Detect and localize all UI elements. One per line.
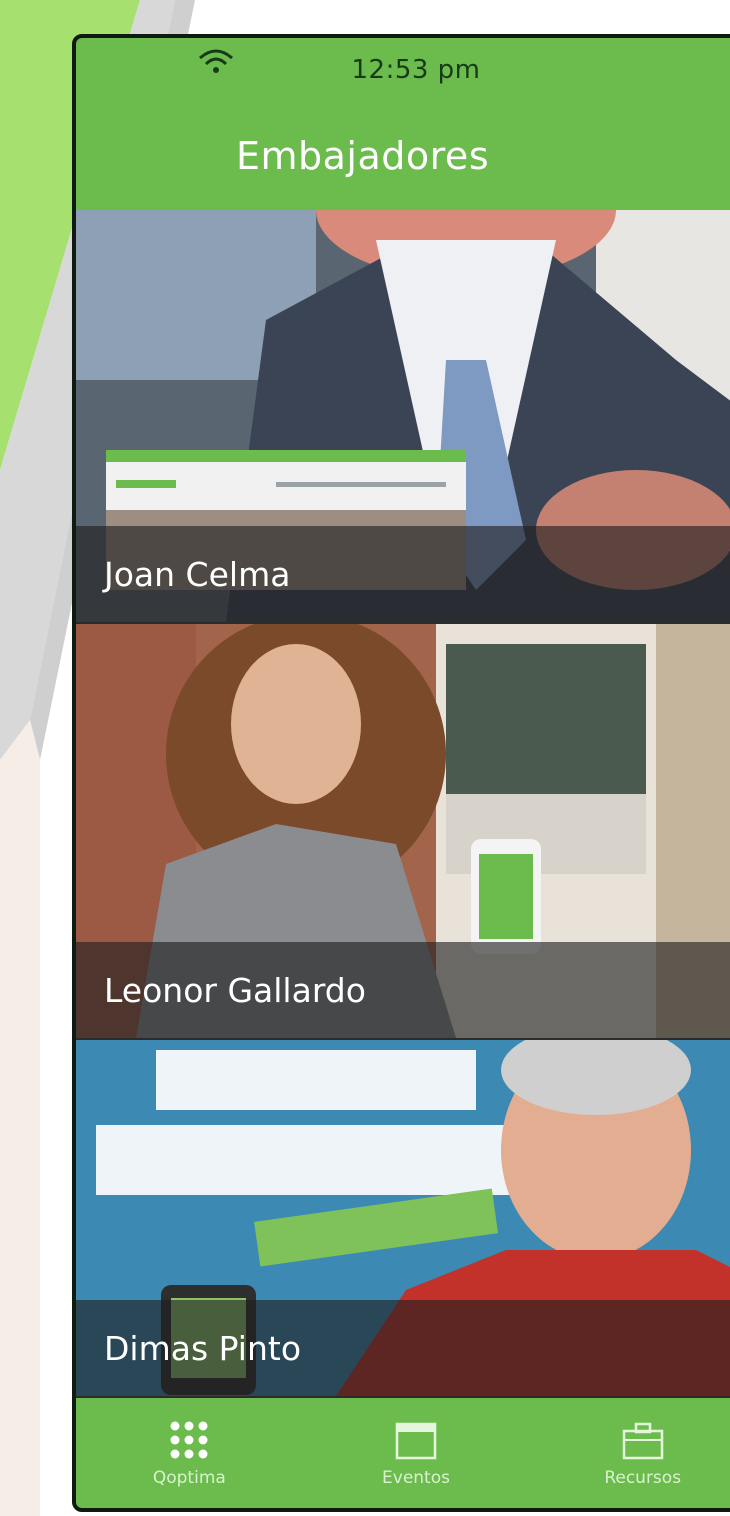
status-time: 12:53 pm bbox=[351, 55, 481, 85]
ambassador-caption: Leonor Gallardo bbox=[76, 942, 730, 1038]
app-header: Embajadores bbox=[76, 102, 730, 210]
page-title: Embajadores bbox=[236, 134, 490, 178]
tab-recursos[interactable]: Recursos bbox=[529, 1398, 730, 1508]
ambassador-caption: Joan Celma bbox=[76, 526, 730, 622]
ambassador-caption: Dimas Pinto bbox=[76, 1300, 730, 1396]
ambassador-name: Joan Celma bbox=[104, 554, 291, 594]
ambassador-name: Dimas Pinto bbox=[104, 1328, 302, 1368]
briefcase-icon bbox=[622, 1422, 663, 1460]
wifi-icon bbox=[199, 49, 233, 73]
tab-label: Qoptima bbox=[152, 1468, 226, 1488]
ambassador-list[interactable]: Joan Celma Leonor Gallardo Dimas Pinto bbox=[76, 210, 730, 1396]
ambassador-card[interactable]: Joan Celma bbox=[76, 210, 730, 622]
ambassador-card[interactable]: Leonor Gallardo bbox=[76, 624, 730, 1038]
calendar-icon bbox=[395, 1422, 437, 1460]
status-bar: 12:53 pm bbox=[76, 38, 730, 102]
tab-label: Recursos bbox=[604, 1468, 682, 1488]
tab-qoptima[interactable]: Qoptima bbox=[76, 1398, 303, 1508]
grid-icon bbox=[170, 1421, 208, 1459]
tab-eventos[interactable]: Eventos bbox=[303, 1398, 530, 1508]
ambassador-name: Leonor Gallardo bbox=[104, 970, 366, 1010]
phone-screen: 12:53 pm Embajadores Joan Celma Leonor G… bbox=[72, 34, 730, 1512]
tab-bar: Qoptima Eventos Recursos bbox=[76, 1398, 730, 1508]
tab-label: Eventos bbox=[382, 1468, 450, 1488]
ambassador-card[interactable]: Dimas Pinto bbox=[76, 1040, 730, 1396]
